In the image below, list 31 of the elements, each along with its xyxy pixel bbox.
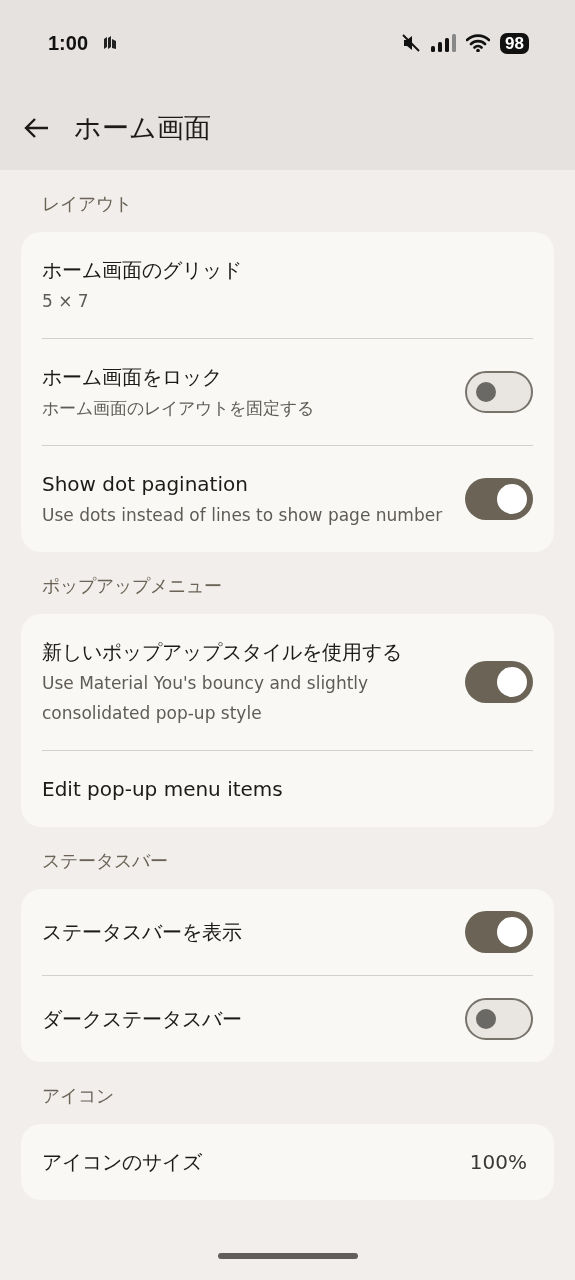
toggle-switch[interactable] bbox=[465, 998, 533, 1040]
setting-title[interactable]: Edit pop-up menu items bbox=[42, 773, 533, 805]
section-header: レイアウト bbox=[41, 192, 133, 216]
battery-level: 98 bbox=[500, 32, 529, 54]
back-button[interactable] bbox=[24, 117, 50, 139]
section-header: アイコン bbox=[41, 1084, 115, 1108]
setting-title[interactable]: Show dot pagination bbox=[42, 468, 449, 500]
setting-description: ホーム画面のレイアウトを固定する bbox=[42, 397, 315, 420]
notification-icon bbox=[102, 35, 118, 51]
setting-description: Use Material You's bouncy and slightly consolidated pop-up style bbox=[42, 672, 370, 725]
toggle-switch[interactable] bbox=[465, 911, 533, 953]
signal-icon bbox=[430, 34, 457, 52]
setting-title[interactable]: ホーム画面のグリッド bbox=[42, 254, 533, 286]
setting-description: Use dots instead of lines to show page number bbox=[42, 504, 444, 527]
muted-speaker-icon bbox=[402, 34, 421, 52]
toggle-switch[interactable] bbox=[465, 371, 533, 413]
section-header: ステータスバー bbox=[41, 849, 169, 873]
setting-description: 5 × 7 bbox=[42, 290, 90, 313]
setting-value: 100% bbox=[469, 1150, 527, 1174]
toggle-switch[interactable] bbox=[465, 478, 533, 520]
section-header: ポップアップメニュー bbox=[41, 574, 223, 598]
setting-title[interactable]: 新しいポップアップスタイルを使用する bbox=[42, 636, 449, 668]
wifi-icon bbox=[466, 34, 491, 52]
setting-title[interactable]: ホーム画面をロック bbox=[42, 361, 449, 393]
gesture-handle[interactable] bbox=[218, 1253, 358, 1259]
clock-time: 1:00 bbox=[48, 31, 89, 55]
setting-title[interactable]: アイコンのサイズ bbox=[42, 1146, 454, 1178]
page-title: ホーム画面 bbox=[74, 111, 211, 145]
setting-title[interactable]: ステータスバーを表示 bbox=[42, 916, 449, 948]
setting-title[interactable]: ダークステータスバー bbox=[42, 1003, 449, 1035]
toggle-switch[interactable] bbox=[465, 661, 533, 703]
